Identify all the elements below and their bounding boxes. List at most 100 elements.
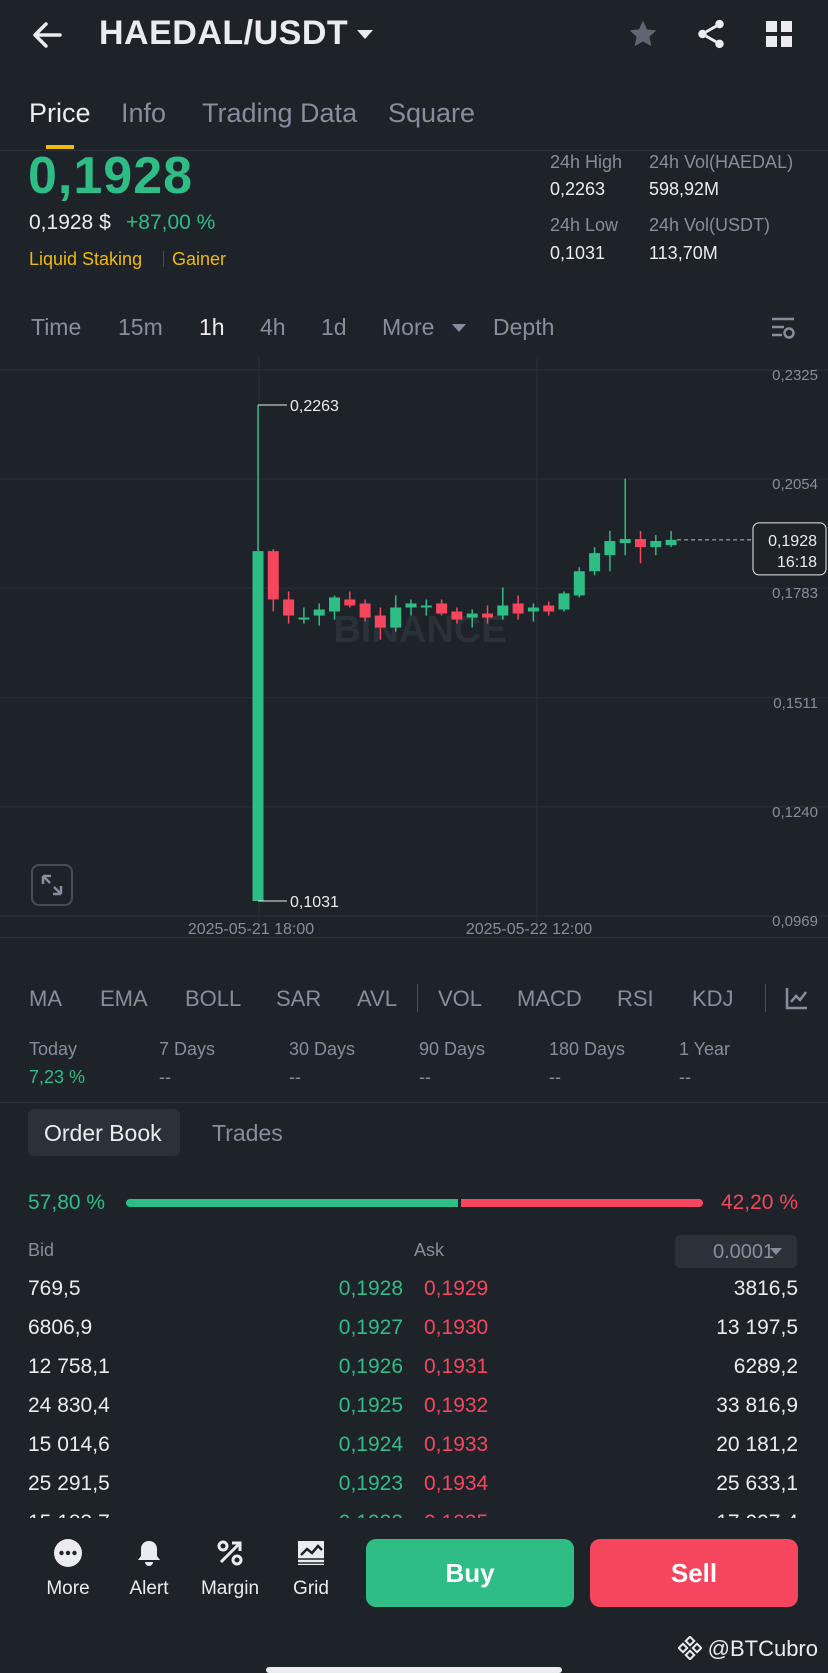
precision-value: 0.0001 [713, 1241, 775, 1263]
indicator-vol[interactable]: VOL [438, 986, 482, 1012]
order-book-row[interactable]: 12 758,1 0,1926 0,1931 6289,2 [0, 1349, 828, 1388]
order-book-row[interactable]: 769,5 0,1928 0,1929 3816,5 [0, 1271, 828, 1310]
sell-button[interactable]: Sell [590, 1539, 798, 1607]
perf-180d-value: -- [549, 1067, 561, 1087]
order-book-row[interactable]: 6806,9 0,1927 0,1930 13 197,5 [0, 1310, 828, 1349]
candle-body [313, 609, 325, 616]
ask-price: 0,1934 [424, 1472, 489, 1495]
y-tick-label: 0,1511 [773, 695, 818, 712]
order-book-row[interactable]: 25 291,5 0,1923 0,1934 25 633,1 [0, 1466, 828, 1505]
ask-quantity: 3816,5 [733, 1277, 798, 1300]
tab-order-book[interactable]: Order Book [28, 1109, 180, 1156]
high-label: 24h High [550, 152, 623, 172]
chevron-down-icon[interactable] [357, 30, 373, 39]
ask-price: 0,1933 [424, 1433, 489, 1456]
candle-body [497, 605, 509, 616]
last-price: 0,1928 [28, 147, 194, 205]
bid-quantity: 15 183,7 [28, 1511, 110, 1518]
nav-alert[interactable]: Alert [111, 1518, 187, 1600]
bid-price: 0,1926 [338, 1355, 403, 1378]
order-book-row[interactable]: 24 830,4 0,1925 0,1932 33 816,9 [0, 1388, 828, 1427]
tag-liquid-staking[interactable]: Liquid Staking [29, 249, 142, 270]
tab-price[interactable]: Price [29, 98, 91, 129]
candle-body [344, 599, 356, 606]
perf-7d-label: 7 Days [159, 1039, 216, 1059]
chevron-down-icon [770, 1248, 782, 1255]
indicator-avl[interactable]: AVL [357, 986, 397, 1012]
indicator-ema[interactable]: EMA [100, 986, 148, 1012]
nav-margin[interactable]: Margin [192, 1518, 268, 1600]
candle-body [252, 551, 264, 902]
chart-settings-icon[interactable] [770, 315, 796, 346]
tab-info[interactable]: Info [121, 98, 166, 129]
candle-body [283, 599, 295, 616]
bid-quantity: 6806,9 [28, 1316, 93, 1339]
ask-quantity: 25 633,1 [716, 1472, 798, 1495]
grid-icon[interactable] [765, 20, 793, 53]
candle-body [573, 571, 585, 596]
candle-body [558, 593, 570, 610]
bid-quantity: 25 291,5 [28, 1472, 110, 1495]
nav-more[interactable]: More [30, 1518, 106, 1600]
tab-trading-data[interactable]: Trading Data [202, 98, 357, 129]
interval-1d[interactable]: 1d [321, 314, 347, 341]
nav-grid[interactable]: Grid [273, 1518, 349, 1600]
header: HAEDAL/USDT [0, 0, 828, 75]
indicator-kdj[interactable]: KDJ [692, 986, 734, 1012]
low-marker-label: 0,1031 [290, 894, 339, 911]
indicator-rsi[interactable]: RSI [617, 986, 654, 1012]
interval-time[interactable]: Time [31, 314, 81, 341]
interval-4h[interactable]: 4h [260, 314, 286, 341]
indicator-sar[interactable]: SAR [276, 986, 321, 1012]
indicator-settings-icon[interactable] [784, 985, 810, 1016]
indicator-boll[interactable]: BOLL [185, 986, 241, 1012]
interval-more[interactable]: More [382, 314, 434, 341]
indicator-ma[interactable]: MA [29, 986, 62, 1012]
bell-icon [138, 1541, 160, 1566]
share-icon[interactable] [694, 17, 728, 56]
candle-body [665, 539, 677, 546]
back-arrow-icon[interactable] [30, 18, 64, 57]
tab-trades[interactable]: Trades [212, 1120, 283, 1147]
star-icon[interactable] [627, 18, 659, 55]
bid-price: 0,1928 [338, 1277, 403, 1300]
bid-price: 0,1923 [338, 1472, 403, 1495]
tab-order-book-label: Order Book [44, 1120, 162, 1146]
candle-body [512, 603, 524, 614]
chevron-down-icon[interactable] [452, 324, 466, 332]
perf-1y-label: 1 Year [679, 1039, 731, 1059]
grid-bot-icon [298, 1541, 324, 1565]
bid-price: 0,1922 [339, 1511, 403, 1518]
perf-30d-label: 30 Days [289, 1039, 356, 1059]
order-book-rows: 769,5 0,1928 0,1929 3816,5 6806,9 0,1927 0,193… [0, 1271, 828, 1518]
interval-depth[interactable]: Depth [493, 314, 554, 341]
watermark: @BTCubro [676, 1635, 818, 1662]
precision-select[interactable]: 0.0001 [675, 1235, 797, 1268]
bid-ratio-fill [126, 1199, 458, 1207]
perf-7d-value: -- [159, 1067, 171, 1087]
indicator-macd[interactable]: MACD [517, 986, 582, 1012]
buy-button[interactable]: Buy [366, 1539, 574, 1607]
tag-gainer[interactable]: Gainer [172, 249, 226, 270]
ask-ratio-fill [461, 1199, 703, 1207]
candle-body [267, 551, 279, 600]
tab-square[interactable]: Square [388, 98, 475, 129]
high-marker-label: 0,2263 [290, 398, 339, 415]
nav-more-label: More [46, 1578, 90, 1599]
ask-header: Ask [414, 1240, 445, 1260]
order-book-row[interactable]: 15 014,6 0,1924 0,1933 20 181,2 [0, 1427, 828, 1466]
candle-body [359, 603, 371, 618]
watermark-text: @BTCubro [707, 1636, 818, 1661]
ask-quantity: 33 816,9 [716, 1394, 798, 1417]
expand-icon[interactable] [31, 864, 73, 906]
price-chart[interactable]: 0,2325 0,2054 0,1783 0,1511 0,1240 0,0969 BINA… [0, 356, 828, 936]
candle-body [436, 603, 448, 614]
interval-15m[interactable]: 15m [118, 314, 163, 341]
candle-body [374, 615, 386, 628]
pair-title[interactable]: HAEDAL/USDT [99, 14, 348, 53]
order-book-row[interactable]: 15 183,7 0,1922 0,1935 17 097,4 [0, 1505, 828, 1518]
interval-1h[interactable]: 1h [199, 314, 225, 341]
bid-price: 0,1924 [338, 1433, 403, 1456]
candle-body [405, 603, 417, 608]
high-value: 0,2263 [550, 179, 606, 199]
